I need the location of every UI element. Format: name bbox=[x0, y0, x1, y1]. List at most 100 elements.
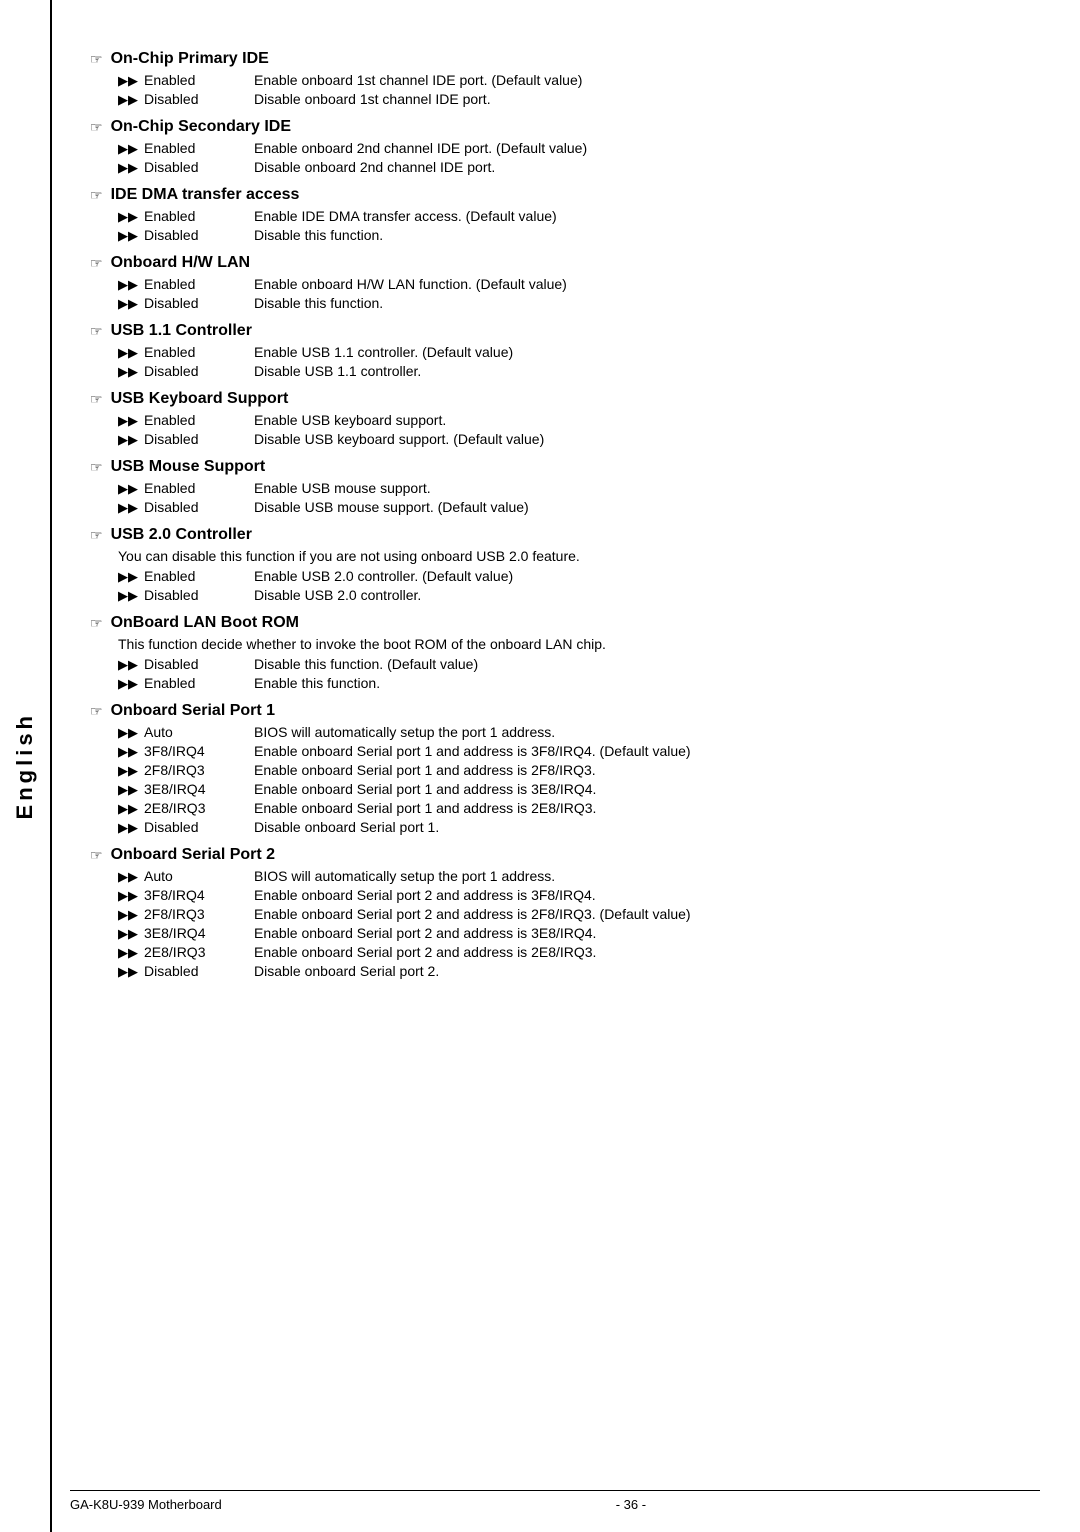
bullet-icon: ▶▶ bbox=[118, 820, 138, 836]
option-desc: Enable onboard Serial port 1 and address… bbox=[254, 781, 1020, 797]
option-desc: Enable onboard Serial port 2 and address… bbox=[254, 906, 1020, 922]
option-desc: BIOS will automatically setup the port 1… bbox=[254, 868, 1020, 884]
bullet-icon: ▶▶ bbox=[118, 432, 138, 448]
option-label: 3E8/IRQ4 bbox=[144, 781, 254, 797]
option-label: 3F8/IRQ4 bbox=[144, 887, 254, 903]
section-label-onboard-serial-port-1: Onboard Serial Port 1 bbox=[111, 702, 275, 720]
option-desc: Disable this function. bbox=[254, 295, 1020, 311]
section-title-onboard-serial-port-1: ☞Onboard Serial Port 1 bbox=[90, 702, 1020, 720]
option-row: ▶▶EnabledEnable onboard H/W LAN function… bbox=[118, 276, 1020, 293]
section-onboard-hw-lan: ☞Onboard H/W LAN▶▶EnabledEnable onboard … bbox=[90, 254, 1020, 312]
footer: GA-K8U-939 Motherboard - 36 - bbox=[70, 1490, 1040, 1512]
bullet-icon: ▶▶ bbox=[118, 345, 138, 361]
section-title-ide-dma-transfer: ☞IDE DMA transfer access bbox=[90, 186, 1020, 204]
option-label: Disabled bbox=[144, 963, 254, 979]
option-row: ▶▶EnabledEnable onboard 1st channel IDE … bbox=[118, 72, 1020, 89]
section-note-onboard-lan-boot-rom: This function decide whether to invoke t… bbox=[118, 636, 1020, 652]
bullet-icon: ▶▶ bbox=[118, 209, 138, 225]
option-desc: Enable onboard H/W LAN function. (Defaul… bbox=[254, 276, 1020, 292]
section-usb-20-controller: ☞USB 2.0 Controller You can disable this … bbox=[90, 526, 1020, 604]
option-label: 3F8/IRQ4 bbox=[144, 743, 254, 759]
option-desc: Enable onboard 2nd channel IDE port. (De… bbox=[254, 140, 1020, 156]
bullet-icon: ▶▶ bbox=[118, 763, 138, 779]
option-label: Disabled bbox=[144, 159, 254, 175]
option-desc: Disable USB keyboard support. (Default v… bbox=[254, 431, 1020, 447]
option-row: ▶▶AutoBIOS will automatically setup the … bbox=[118, 868, 1020, 885]
option-desc: Enable IDE DMA transfer access. (Default… bbox=[254, 208, 1020, 224]
option-label: Disabled bbox=[144, 91, 254, 107]
section-title-on-chip-primary-ide: ☞ On-Chip Primary IDE bbox=[90, 50, 1020, 68]
option-row: ▶▶DisabledDisable USB mouse support. (De… bbox=[118, 499, 1020, 516]
option-label: Disabled bbox=[144, 656, 254, 672]
bullet-icon: ▶▶ bbox=[118, 73, 138, 89]
bullet-icon: ▶▶ bbox=[118, 907, 138, 923]
section-onboard-lan-boot-rom: ☞OnBoard LAN Boot ROM This function decid… bbox=[90, 614, 1020, 692]
section-note-usb-20-controller: You can disable this function if you are… bbox=[118, 548, 1020, 564]
option-row: ▶▶ 3E8/IRQ4Enable onboard Serial port 1 a… bbox=[118, 781, 1020, 798]
bullet-icon: ▶▶ bbox=[118, 588, 138, 604]
option-desc: Disable onboard 2nd channel IDE port. bbox=[254, 159, 1020, 175]
section-usb-mouse-support: ☞USB Mouse Support▶▶EnabledEnable USB mo… bbox=[90, 458, 1020, 516]
section-icon-on-chip-primary-ide: ☞ bbox=[90, 51, 103, 68]
option-row: ▶▶2F8/IRQ3Enable onboard Serial port 1 a… bbox=[118, 762, 1020, 779]
option-label: Enabled bbox=[144, 480, 254, 496]
option-label: 2E8/IRQ3 bbox=[144, 944, 254, 960]
sidebar: English bbox=[0, 0, 52, 1532]
option-desc: Disable USB mouse support. (Default valu… bbox=[254, 499, 1020, 515]
option-desc: BIOS will automatically setup the port 1… bbox=[254, 724, 1020, 740]
section-label-onboard-lan-boot-rom: OnBoard LAN Boot ROM bbox=[111, 614, 299, 632]
bullet-icon: ▶▶ bbox=[118, 296, 138, 312]
section-title-usb-20-controller: ☞USB 2.0 Controller bbox=[90, 526, 1020, 544]
section-icon-usb-11-controller: ☞ bbox=[90, 323, 103, 340]
option-desc: Enable this function. bbox=[254, 675, 1020, 691]
bullet-icon: ▶▶ bbox=[118, 569, 138, 585]
option-desc: Disable onboard Serial port 2. bbox=[254, 963, 1020, 979]
option-desc: Disable USB 1.1 controller. bbox=[254, 363, 1020, 379]
section-title-onboard-lan-boot-rom: ☞OnBoard LAN Boot ROM bbox=[90, 614, 1020, 632]
option-desc: Enable onboard Serial port 2 and address… bbox=[254, 944, 1020, 960]
option-row: ▶▶DisabledDisable USB 1.1 controller. bbox=[118, 363, 1020, 380]
section-label-usb-11-controller: USB 1.1 Controller bbox=[111, 322, 252, 340]
sidebar-label: English bbox=[12, 712, 38, 819]
option-label: 2E8/IRQ3 bbox=[144, 800, 254, 816]
bullet-icon: ▶▶ bbox=[118, 782, 138, 798]
option-desc: Disable this function. (Default value) bbox=[254, 656, 1020, 672]
section-label-on-chip-primary-ide: On-Chip Primary IDE bbox=[111, 50, 269, 68]
option-row: ▶▶EnabledEnable this function. bbox=[118, 675, 1020, 692]
option-label: Disabled bbox=[144, 363, 254, 379]
bullet-icon: ▶▶ bbox=[118, 481, 138, 497]
option-label: Enabled bbox=[144, 344, 254, 360]
option-row: ▶▶ DisabledDisable USB keyboard support. … bbox=[118, 431, 1020, 448]
option-label: 3E8/IRQ4 bbox=[144, 925, 254, 941]
option-desc: Enable onboard 1st channel IDE port. (De… bbox=[254, 72, 1020, 88]
option-label: Disabled bbox=[144, 819, 254, 835]
section-on-chip-secondary-ide: ☞On-Chip Secondary IDE▶▶EnabledEnable on… bbox=[90, 118, 1020, 176]
option-desc: Enable onboard Serial port 2 and address… bbox=[254, 887, 1020, 903]
section-icon-usb-keyboard-support: ☞ bbox=[90, 391, 103, 408]
section-icon-usb-mouse-support: ☞ bbox=[90, 459, 103, 476]
bullet-icon: ▶▶ bbox=[118, 926, 138, 942]
bullet-icon: ▶▶ bbox=[118, 160, 138, 176]
section-icon-ide-dma-transfer: ☞ bbox=[90, 187, 103, 204]
option-desc: Disable onboard 1st channel IDE port. bbox=[254, 91, 1020, 107]
option-desc: Enable onboard Serial port 1 and address… bbox=[254, 800, 1020, 816]
section-usb-keyboard-support: ☞USB Keyboard Support▶▶EnabledEnable USB… bbox=[90, 390, 1020, 448]
section-label-usb-keyboard-support: USB Keyboard Support bbox=[111, 390, 289, 408]
option-row: ▶▶ DisabledDisable this function. (Defaul… bbox=[118, 656, 1020, 673]
section-label-on-chip-secondary-ide: On-Chip Secondary IDE bbox=[111, 118, 291, 136]
option-row: ▶▶EnabledEnable USB mouse support. bbox=[118, 480, 1020, 497]
option-row: ▶▶3F8/IRQ4Enable onboard Serial port 1 a… bbox=[118, 743, 1020, 760]
option-desc: Enable USB 2.0 controller. (Default valu… bbox=[254, 568, 1020, 584]
option-row: ▶▶DisabledDisable onboard 1st channel ID… bbox=[118, 91, 1020, 108]
option-label: Enabled bbox=[144, 208, 254, 224]
option-row: ▶▶DisabledDisable onboard Serial port 2. bbox=[118, 963, 1020, 980]
main-content: ☞On-Chip Primary IDE▶▶EnabledEnable onbo… bbox=[70, 0, 1080, 1050]
option-label: Enabled bbox=[144, 276, 254, 292]
section-icon-onboard-serial-port-2: ☞ bbox=[90, 847, 103, 864]
section-usb-11-controller: ☞USB 1.1 Controller▶▶EnabledEnable USB 1… bbox=[90, 322, 1020, 380]
bullet-icon: ▶▶ bbox=[118, 725, 138, 741]
bullet-icon: ▶▶ bbox=[118, 657, 138, 673]
bullet-icon: ▶▶ bbox=[118, 945, 138, 961]
option-row: ▶▶3F8/IRQ4Enable onboard Serial port 2 a… bbox=[118, 887, 1020, 904]
option-label: Disabled bbox=[144, 431, 254, 447]
